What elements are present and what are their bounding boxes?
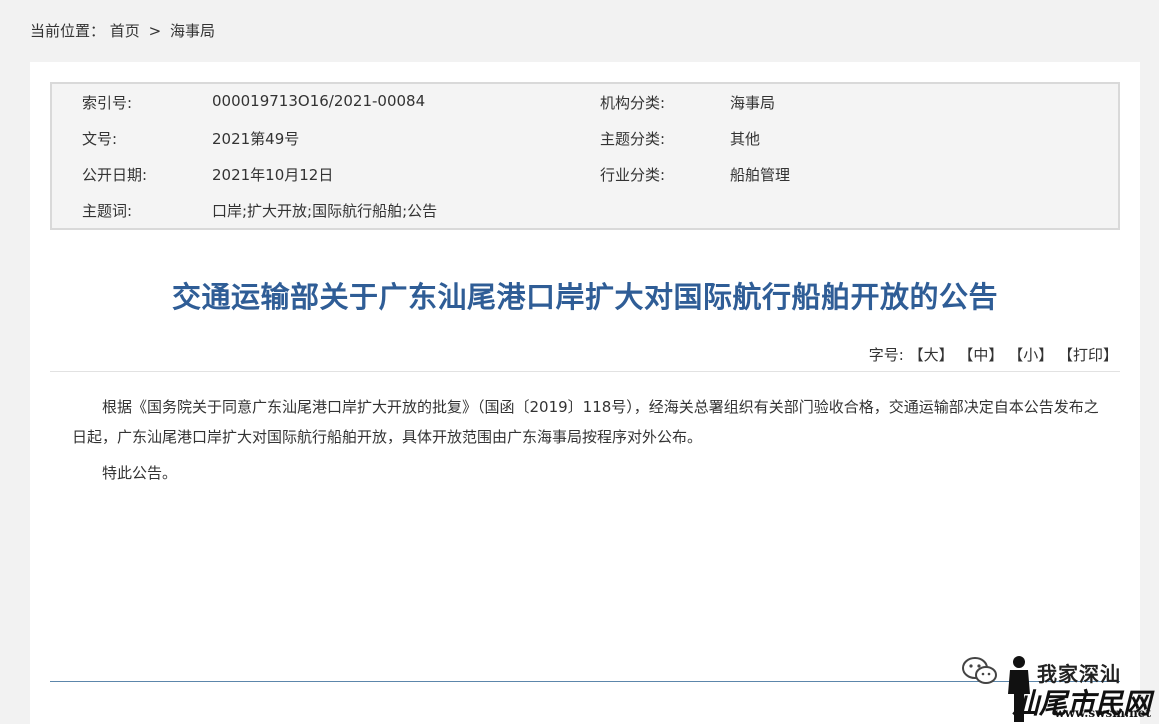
index-label: 索引号: — [82, 94, 133, 112]
industry-value: 船舶管理 — [730, 166, 791, 184]
keywords-label: 主题词: — [82, 202, 133, 220]
article-title: 交通运输部关于广东汕尾港口岸扩大对国际航行船舶开放的公告 — [171, 280, 998, 314]
font-size-large-button[interactable]: 【大】 — [909, 346, 954, 364]
docno-label: 文号: — [82, 130, 118, 148]
topic-value: 其他 — [730, 130, 761, 148]
docno-value: 2021第49号 — [212, 130, 300, 148]
index-value: 000019713O16/2021-00084 — [212, 92, 426, 110]
date-value: 2021年10月12日 — [212, 166, 334, 184]
breadcrumb-current-link[interactable]: 海事局 — [170, 22, 215, 40]
font-size-small-button[interactable]: 【小】 — [1008, 346, 1053, 364]
topic-label: 主题分类: — [600, 130, 666, 148]
breadcrumb-home-link[interactable]: 首页 — [110, 22, 140, 40]
font-size-controls: 字号: 【大】 【中】 【小】 【打印】 — [869, 344, 1118, 365]
article-body: 根据《国务院关于同意广东汕尾港口岸扩大开放的批复》（国函〔2019〕118号），… — [72, 392, 1112, 494]
watermark-url: www.swsm.net — [1054, 706, 1151, 720]
document-metadata-table: 索引号: 000019713O16/2021-00084 机构分类: 海事局 文… — [50, 82, 1120, 230]
industry-label: 行业分类: — [600, 166, 666, 184]
breadcrumb-label: 当前位置： — [30, 22, 106, 40]
org-label: 机构分类: — [600, 94, 666, 112]
wechat-icon — [962, 657, 997, 684]
org-value: 海事局 — [730, 94, 776, 112]
keywords-value: 口岸;扩大开放;国际航行船舶;公告 — [212, 202, 438, 220]
article-paragraph: 根据《国务院关于同意广东汕尾港口岸扩大开放的批复》（国函〔2019〕118号），… — [72, 398, 1099, 446]
title-divider — [50, 371, 1120, 372]
print-button[interactable]: 【打印】 — [1058, 346, 1118, 364]
font-size-label: 字号: — [868, 346, 904, 364]
article-closing: 特此公告。 — [102, 464, 178, 482]
font-size-medium-button[interactable]: 【中】 — [958, 346, 1003, 364]
content-panel: 索引号: 000019713O16/2021-00084 机构分类: 海事局 文… — [30, 62, 1140, 724]
date-label: 公开日期: — [82, 166, 148, 184]
breadcrumb: 当前位置： 首页 > 海事局 — [30, 20, 215, 41]
breadcrumb-separator: > — [148, 22, 162, 40]
